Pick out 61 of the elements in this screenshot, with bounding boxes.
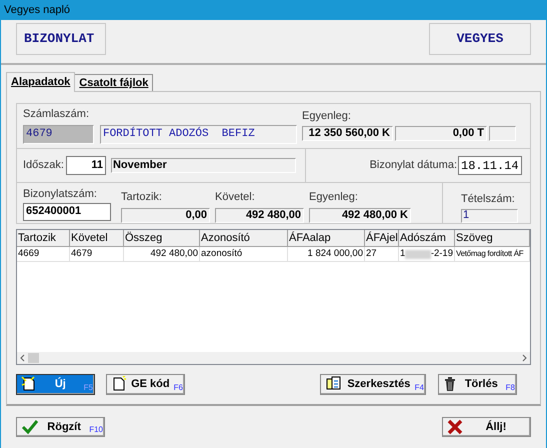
table-cell: 27: [365, 247, 399, 262]
field-label: Bizonylat dátuma:: [370, 158, 457, 174]
date-field[interactable]: 18.11.14: [458, 156, 522, 175]
table-row[interactable]: 4669 4679 492 480,00 azonosító 1 824 000,00 27 1 -2-19 Vetőmag fordított ÁF: [17, 247, 530, 262]
field-label: Számlaszám:: [23, 107, 90, 122]
period-field[interactable]: 11: [66, 156, 106, 175]
debit-field: 0,00: [121, 208, 210, 222]
field-label: Tételszám:: [461, 192, 516, 207]
column-header[interactable]: ÁFAalap: [288, 230, 365, 247]
journal-type-label: VEGYES: [456, 30, 504, 48]
sparkle-page-icon: [21, 376, 37, 392]
month-field: November: [110, 158, 296, 173]
column-header[interactable]: Azonosító: [200, 230, 288, 247]
column-header[interactable]: Szöveg: [455, 230, 530, 247]
column-header[interactable]: Adószám: [399, 230, 455, 247]
close-icon: [447, 419, 463, 435]
footer-button[interactable]: Állj!: [442, 417, 531, 437]
page-icon: [111, 376, 127, 392]
field-label: Időszak:: [23, 158, 64, 174]
edit-pages-icon: [325, 376, 343, 392]
account-name-field: FORDÍTOTT ADOZÓS BEFIZ: [100, 124, 297, 144]
action-button[interactable]: Új F5: [16, 374, 95, 394]
table-cell: azonosító: [200, 247, 288, 262]
table-cell: Vetőmag fordított ÁF: [455, 247, 530, 262]
blurred-text-icon: [405, 250, 431, 258]
field-label: Követel:: [215, 190, 256, 205]
document-number-field[interactable]: 652400001: [23, 202, 111, 220]
action-button[interactable]: GE kód F6: [106, 374, 185, 394]
trash-icon: [443, 376, 457, 392]
empty-field: [489, 126, 516, 140]
column-header[interactable]: Tartozik: [17, 230, 70, 247]
scroll-left-icon[interactable]: [20, 354, 25, 362]
column-header[interactable]: ÁFAjel: [365, 230, 399, 247]
check-icon: [21, 419, 39, 435]
field-label: Bizonylatszám:: [23, 187, 98, 202]
table-cell: 492 480,00: [124, 247, 200, 262]
balance-field: 0,00 T: [395, 126, 487, 140]
table-cell: 4669: [17, 247, 70, 262]
account-number-field[interactable]: 4679: [23, 124, 94, 144]
action-button[interactable]: Törlés F8: [438, 374, 517, 394]
footer-button[interactable]: Rögzít F10: [16, 417, 105, 437]
scroll-thumb[interactable]: [28, 353, 39, 363]
table-cell: 1 824 000,00: [288, 247, 365, 262]
table-cell: 1 -2-19: [399, 247, 455, 262]
column-header[interactable]: Követel: [70, 230, 124, 247]
horizontal-scrollbar[interactable]: [17, 352, 530, 364]
window-title: Vegyes napló: [4, 2, 70, 18]
field-label: Tartozik:: [121, 190, 163, 205]
balance-field: 12 350 560,00 K: [302, 126, 393, 140]
document-type-label: BIZONYLAT: [24, 30, 94, 48]
field-label: Egyenleg:: [309, 190, 359, 205]
scroll-right-icon[interactable]: [522, 354, 527, 362]
tab[interactable]: Csatolt fájlok: [75, 74, 154, 91]
tab[interactable]: Alapadatok: [6, 72, 76, 92]
field-label: Egyenleg:: [302, 109, 352, 124]
action-button[interactable]: Szerkesztés F4: [320, 374, 426, 394]
credit-field: 492 480,00: [215, 208, 304, 222]
item-count-field: 1: [461, 208, 518, 222]
balance-field: 492 480,00 K: [309, 208, 411, 222]
column-header[interactable]: Összeg: [124, 230, 200, 247]
table-cell: 4679: [70, 247, 124, 262]
